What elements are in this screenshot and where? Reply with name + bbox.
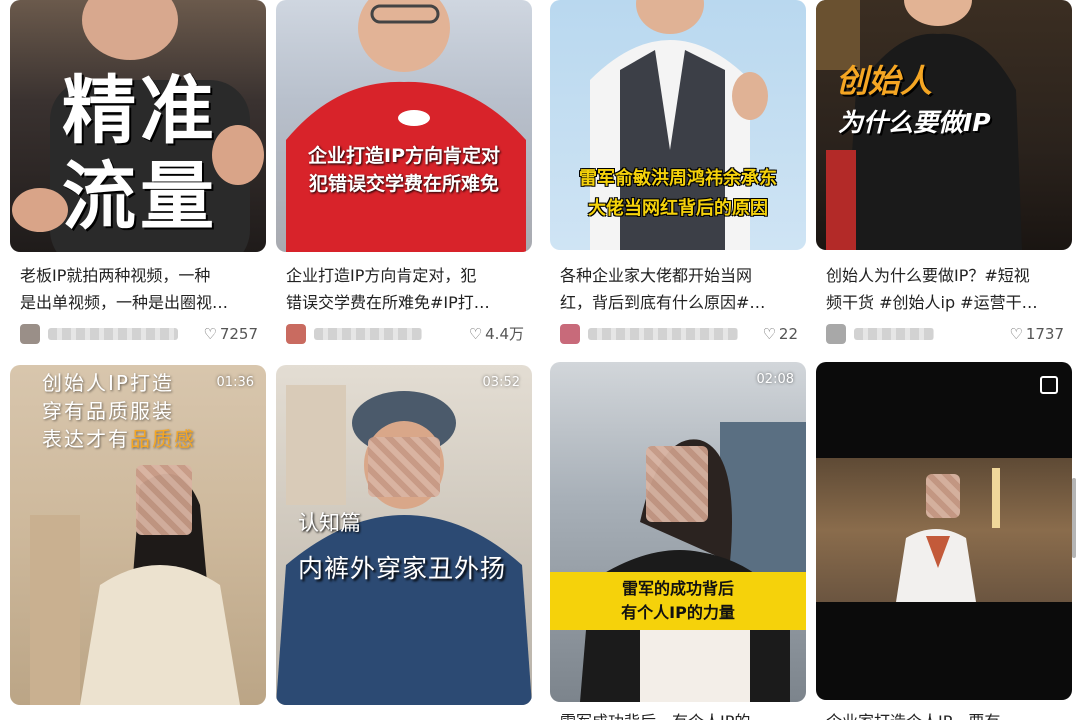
- video-caption[interactable]: 雷军成功背后，有个人IP的…: [560, 708, 798, 720]
- heart-icon[interactable]: ♡: [1009, 322, 1022, 346]
- heart-icon[interactable]: ♡: [203, 322, 216, 346]
- overlay-line: 精准: [62, 68, 218, 154]
- overlay-line: 雷军的成功背后: [621, 579, 734, 598]
- video-thumbnail[interactable]: 精准 流量: [10, 0, 266, 252]
- like-count[interactable]: ♡ 1737: [1009, 322, 1064, 346]
- caption-line: 企业打造IP方向肯定对，犯: [286, 266, 477, 285]
- person-figure: [286, 0, 526, 252]
- author-avatar[interactable]: [826, 324, 846, 344]
- caption-line: 企业家打造个人IP，要有…: [826, 708, 1064, 720]
- multi-image-icon: [1040, 376, 1058, 394]
- video-caption[interactable]: 各种企业家大佬都开始当网 红，背后到底有什么原因#…: [560, 262, 798, 316]
- person-figure: [580, 422, 806, 702]
- face-mosaic: [646, 446, 708, 522]
- caption-line: 错误交学费在所难免#IP打…: [286, 293, 490, 312]
- video-thumbnail[interactable]: 02:08 雷军的成功背后 有个人IP的力量: [550, 362, 806, 702]
- overlay-highlight: 品质感: [130, 427, 196, 451]
- like-count-value: 4.4万: [485, 325, 524, 343]
- caption-line: 各种企业家大佬都开始当网: [560, 266, 753, 285]
- overlay-line: 创始人IP打造: [42, 371, 174, 395]
- overlay-line: 内裤外穿家丑外扬: [298, 554, 507, 583]
- like-count[interactable]: ♡ 7257: [203, 322, 258, 346]
- video-thumbnail[interactable]: 03:52 认知篇 内裤外穿家丑外扬: [276, 365, 532, 705]
- thumbnail-title: 创始人: [836, 60, 932, 102]
- caption-line: 雷军成功背后，有个人IP的…: [560, 708, 798, 720]
- like-count-value: 7257: [219, 325, 258, 343]
- caption-line: 创始人为什么要做IP？#短视: [826, 266, 1030, 285]
- like-count[interactable]: ♡ 22: [762, 322, 798, 346]
- caption-line: 频干货 #创始人ip #运营干…: [826, 293, 1038, 312]
- thumbnail-title: 精准 流量: [62, 68, 218, 240]
- overlay-line: 创始人: [836, 62, 933, 100]
- thumbnail-title: 企业打造IP方向肯定对 犯错误交学费在所难免: [276, 142, 532, 198]
- card-meta: ♡ 22: [560, 322, 798, 346]
- video-duration: 02:08: [756, 372, 794, 387]
- overlay-line: 为什么要做IP: [838, 108, 991, 137]
- author-name-blurred[interactable]: [854, 328, 934, 340]
- face-mosaic: [926, 474, 960, 518]
- heart-icon[interactable]: ♡: [762, 322, 775, 346]
- card-meta: ♡ 7257: [20, 322, 258, 346]
- overlay-line: 雷军俞敏洪周鸿祎余承东: [579, 168, 777, 189]
- post-thumbnail[interactable]: [816, 362, 1072, 700]
- overlay-line: 流量: [62, 154, 218, 240]
- caption-line: 是出单视频，一种是出圈视…: [20, 293, 229, 312]
- overlay-line: 认知篇: [298, 511, 361, 535]
- overlay-line: 企业打造IP方向肯定对: [308, 145, 500, 167]
- thumbnail-subtitle: 认知篇: [298, 507, 361, 537]
- caption-line: 老板IP就拍两种视频，一种: [20, 266, 211, 285]
- author-avatar[interactable]: [20, 324, 40, 344]
- overlay-line: 大佬当网红背后的原因: [588, 198, 768, 219]
- overlay-line: 有个人IP的力量: [621, 603, 735, 622]
- video-caption[interactable]: 创始人为什么要做IP？#短视 频干货 #创始人ip #运营干…: [826, 262, 1064, 316]
- video-caption[interactable]: 老板IP就拍两种视频，一种 是出单视频，一种是出圈视…: [20, 262, 258, 316]
- overlay-line: 穿有品质服装: [42, 399, 174, 423]
- overlay-line: 表达才有: [42, 427, 130, 451]
- like-count[interactable]: ♡ 4.4万: [469, 322, 524, 346]
- like-count-value: 22: [778, 325, 798, 343]
- thumbnail-subtitle: 为什么要做IP: [838, 106, 991, 140]
- card-meta: ♡ 4.4万: [286, 322, 524, 346]
- video-thumbnail[interactable]: 01:36 创始人IP打造 穿有品质服装 表达才有品质感: [10, 365, 266, 705]
- video-caption[interactable]: 企业家打造个人IP，要有…: [826, 708, 1064, 720]
- overlay-line: 犯错误交学费在所难免: [308, 173, 499, 195]
- thumbnail-title: 雷军的成功背后 有个人IP的力量: [550, 572, 806, 630]
- card-meta: ♡ 1737: [826, 322, 1064, 346]
- author-avatar[interactable]: [286, 324, 306, 344]
- heart-icon[interactable]: ♡: [469, 322, 482, 346]
- caption-line: 红，背后到底有什么原因#…: [560, 293, 766, 312]
- face-mosaic: [368, 437, 440, 497]
- author-name-blurred[interactable]: [48, 328, 178, 340]
- thumbnail-title: 创始人IP打造 穿有品质服装 表达才有品质感: [42, 369, 196, 453]
- like-count-value: 1737: [1025, 325, 1064, 343]
- face-mosaic: [136, 465, 192, 535]
- video-thumbnail[interactable]: 雷军俞敏洪周鸿祎余承东 大佬当网红背后的原因: [550, 0, 806, 250]
- author-name-blurred[interactable]: [314, 328, 422, 340]
- video-duration: 01:36: [216, 375, 254, 390]
- video-caption[interactable]: 企业打造IP方向肯定对，犯 错误交学费在所难免#IP打…: [286, 262, 524, 316]
- video-thumbnail[interactable]: 企业打造IP方向肯定对 犯错误交学费在所难免: [276, 0, 532, 252]
- thumbnail-title: 内裤外穿家丑外扬: [298, 549, 506, 585]
- author-name-blurred[interactable]: [588, 328, 738, 340]
- video-thumbnail[interactable]: 创始人 为什么要做IP: [816, 0, 1072, 250]
- thumbnail-title: 雷军俞敏洪周鸿祎余承东 大佬当网红背后的原因: [550, 164, 806, 224]
- video-duration: 03:52: [482, 375, 520, 390]
- thumbnail-photo: [816, 458, 1072, 602]
- author-avatar[interactable]: [560, 324, 580, 344]
- scrollbar[interactable]: [1072, 478, 1076, 558]
